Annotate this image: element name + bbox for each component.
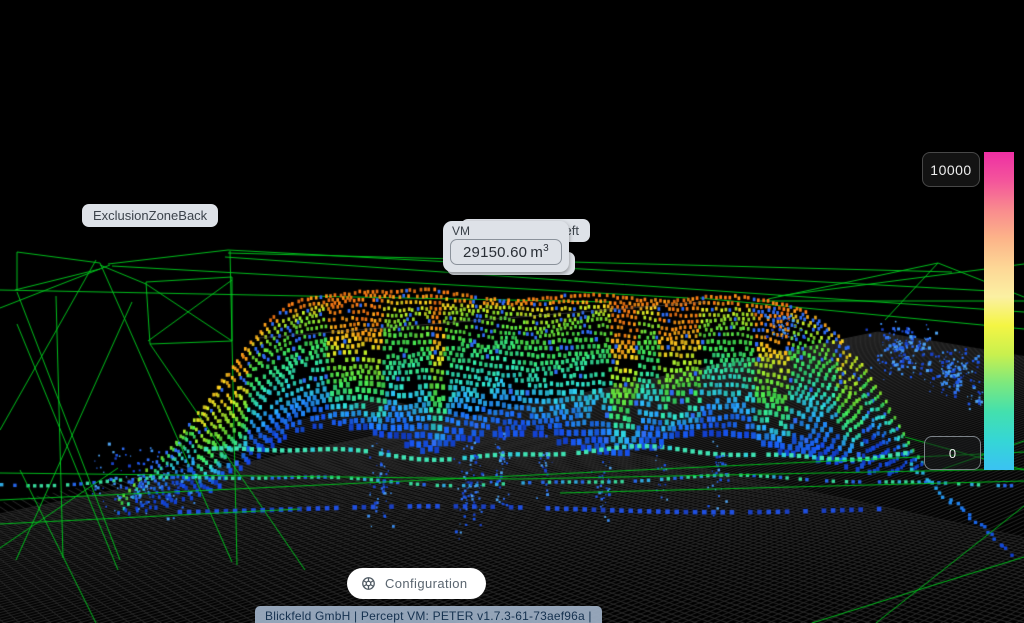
percept-3d-view: ExclusionZoneBack ExclusionZoneTop Exclu… bbox=[0, 0, 1024, 623]
vm-measurement-panel: VM 29150.60 m3 bbox=[443, 221, 569, 272]
colorbar bbox=[984, 152, 1014, 470]
pointcloud-canvas[interactable] bbox=[0, 0, 1024, 623]
configuration-button[interactable]: Configuration bbox=[347, 568, 486, 599]
vm-panel-title: VM bbox=[452, 224, 562, 238]
colorbar-max-label: 10000 bbox=[922, 152, 980, 187]
vm-value-box: 29150.60 m3 bbox=[450, 239, 562, 265]
vm-value: 29150.60 bbox=[463, 244, 527, 261]
configuration-button-label: Configuration bbox=[385, 576, 468, 591]
colorbar-min-label: 0 bbox=[924, 436, 981, 470]
gear-icon bbox=[361, 576, 376, 591]
vm-unit: m3 bbox=[530, 244, 548, 261]
zone-label-back: ExclusionZoneBack bbox=[82, 204, 218, 227]
footer-version-bar: Blickfeld GmbH | Percept VM: PETER v1.7.… bbox=[255, 606, 602, 623]
